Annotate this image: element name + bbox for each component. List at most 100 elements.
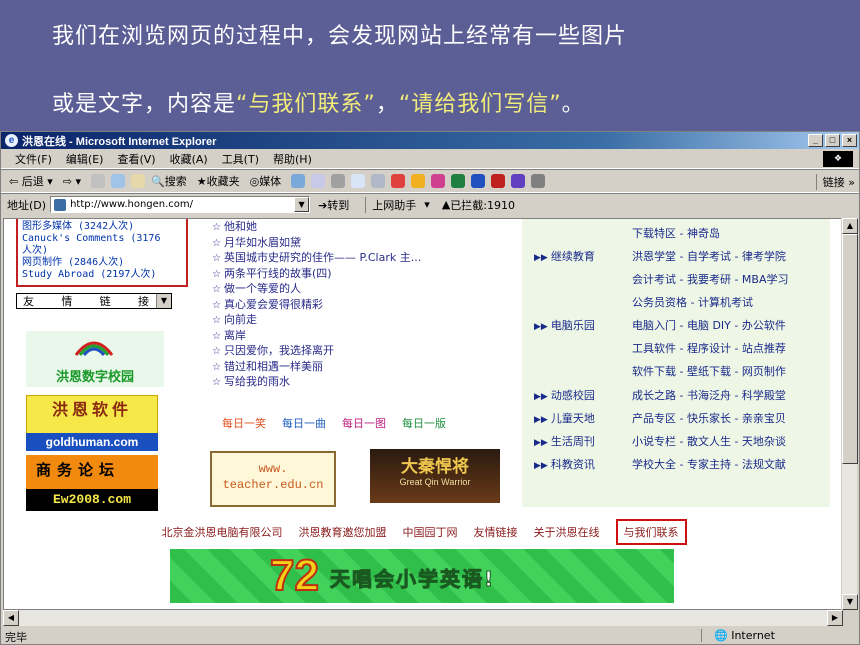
- footer-link-gardener[interactable]: 中国园丁网: [403, 524, 458, 540]
- category-links[interactable]: 产品专区 - 快乐家长 - 亲亲宝贝: [632, 410, 786, 428]
- messenger-icon[interactable]: [391, 174, 406, 188]
- menu-file[interactable]: 文件(F): [15, 151, 52, 167]
- category-links[interactable]: 小说专栏 - 散文人生 - 天地杂谈: [632, 433, 786, 451]
- category-links[interactable]: 会计考试 - 我要考研 - MBA学习: [632, 271, 789, 289]
- daily-joke-link[interactable]: 每日一笑: [222, 415, 266, 431]
- category-links[interactable]: 学校大全 - 专家主持 - 法规文献: [632, 456, 786, 474]
- refresh-icon[interactable]: [111, 174, 125, 188]
- close-button[interactable]: ×: [842, 134, 857, 147]
- category-links[interactable]: 工具软件 - 程序设计 - 站点推荐: [632, 340, 786, 358]
- category-links[interactable]: 成长之路 - 书海泛舟 - 科学殿堂: [632, 387, 786, 405]
- smiley-icon[interactable]: [411, 174, 426, 188]
- history-icon[interactable]: [291, 174, 306, 188]
- logo-goldhuman[interactable]: goldhuman.com: [26, 433, 158, 451]
- print-icon[interactable]: [331, 174, 346, 188]
- mail-icon[interactable]: [311, 174, 326, 188]
- favorites-button[interactable]: ★收藏夹: [197, 173, 240, 189]
- brush-icon[interactable]: [511, 174, 526, 188]
- edit-icon[interactable]: [351, 174, 366, 188]
- category-title[interactable]: ▶▶ 生活周刊: [534, 433, 595, 452]
- go-button[interactable]: ➔转到: [318, 197, 349, 213]
- person-icon[interactable]: [531, 174, 546, 188]
- category-title[interactable]: ▶▶ 科教资讯: [534, 456, 595, 475]
- stopwatch-icon[interactable]: [491, 174, 506, 188]
- category-links[interactable]: 电脑入门 - 电脑 DIY - 办公软件: [632, 317, 786, 335]
- article-link[interactable]: ☆ 错过和相遇一样美丽: [212, 359, 512, 375]
- star-icon: ☆: [212, 253, 221, 264]
- globe-icon[interactable]: [451, 174, 466, 188]
- menu-edit[interactable]: 编辑(E): [66, 151, 104, 167]
- search-button[interactable]: 🔍搜索: [151, 173, 187, 189]
- menu-view[interactable]: 查看(V): [117, 151, 155, 167]
- article-link[interactable]: ☆ 英国城市史研究的佳作—— P.Clark 主...: [212, 250, 512, 266]
- forward-button[interactable]: ⇨ ▾: [63, 175, 81, 188]
- article-link[interactable]: ☆ 离岸: [212, 328, 512, 344]
- article-link[interactable]: ☆ 写给我的雨水: [212, 374, 512, 390]
- logo-business-forum[interactable]: 商务论坛 Ew2008.com: [26, 455, 158, 511]
- stat-item[interactable]: Canuck's Comments (3176: [22, 233, 182, 245]
- article-link[interactable]: ☆ 做一个等爱的人: [212, 281, 512, 297]
- chevron-down-icon[interactable]: ▼: [156, 294, 171, 308]
- category-title[interactable]: ▶▶ 儿童天地: [534, 410, 595, 429]
- star-icon: ☆: [212, 330, 221, 342]
- assistant-button[interactable]: 上网助手: [372, 197, 416, 213]
- article-link[interactable]: ☆ 只因爱你，我选择离开: [212, 343, 512, 359]
- category-title[interactable]: ▶▶ 继续教育: [534, 248, 595, 267]
- banner-teacher-edu[interactable]: www. teacher.edu.cn: [210, 451, 336, 507]
- home-icon[interactable]: [131, 174, 145, 188]
- minimize-button[interactable]: _: [808, 134, 823, 147]
- media-label: 媒体: [259, 175, 282, 188]
- logo-digital-campus[interactable]: 洪恩数字校园: [26, 331, 164, 387]
- scroll-left-icon[interactable]: ◀: [3, 610, 19, 626]
- daily-song-link[interactable]: 每日一曲: [282, 415, 326, 431]
- category-title[interactable]: ▶▶ 电脑乐园: [534, 317, 595, 336]
- stat-item[interactable]: 图形多媒体 (3242人次): [22, 221, 182, 233]
- star-icon: ☆: [212, 377, 221, 388]
- category-links[interactable]: 下载特区 - 神奇岛: [632, 225, 720, 243]
- article-link[interactable]: ☆ 两条平行线的故事(四): [212, 266, 512, 282]
- banner-qin-warrior[interactable]: 大秦悍将 Great Qin Warrior: [370, 449, 500, 503]
- qq-icon[interactable]: [471, 174, 486, 188]
- stat-item[interactable]: 人次): [22, 245, 182, 257]
- category-links[interactable]: 公务员资格 - 计算机考试: [632, 294, 753, 312]
- assistant-dropdown-icon[interactable]: ▾: [424, 198, 430, 211]
- menu-help[interactable]: 帮助(H): [273, 151, 312, 167]
- scroll-up-icon[interactable]: ▲: [842, 218, 858, 234]
- footer-link-about[interactable]: 关于洪恩在线: [534, 524, 600, 540]
- category-links[interactable]: 洪恩学堂 - 自学考试 - 律考学院: [632, 248, 786, 266]
- vertical-scrollbar[interactable]: ▲ ▼: [841, 218, 858, 610]
- article-link[interactable]: ☆ 月华如水眉如黛: [212, 235, 512, 251]
- daily-edition-link[interactable]: 每日一版: [402, 415, 446, 431]
- title-bar[interactable]: e 洪恩在线 - Microsoft Internet Explorer _ □…: [1, 132, 859, 149]
- category-title[interactable]: ▶▶ 动感校园: [534, 387, 595, 406]
- plugin-icon[interactable]: [431, 174, 446, 188]
- media-button[interactable]: ◎媒体: [250, 173, 282, 189]
- article-link[interactable]: ☆ 向前走: [212, 312, 512, 328]
- back-button[interactable]: ⇦ 后退 ▾: [9, 173, 53, 189]
- scroll-thumb[interactable]: [842, 234, 858, 464]
- stop-icon[interactable]: [91, 174, 105, 188]
- daily-image-link[interactable]: 每日一图: [342, 415, 386, 431]
- footer-link-join[interactable]: 洪恩教育邀您加盟: [299, 524, 387, 540]
- discuss-icon[interactable]: [371, 174, 386, 188]
- article-link[interactable]: ☆ 真心爱会爱得很精彩: [212, 297, 512, 313]
- scroll-right-icon[interactable]: ▶: [827, 610, 843, 626]
- stat-item[interactable]: 网页制作 (2846人次): [22, 257, 182, 269]
- address-input[interactable]: http://www.hongen.com/ ▼: [50, 196, 311, 213]
- logo-hongen-software[interactable]: 洪恩软件: [26, 395, 158, 435]
- stat-item[interactable]: Study Abroad (2197人次): [22, 269, 182, 281]
- address-dropdown-button[interactable]: ▼: [294, 197, 310, 212]
- links-button[interactable]: 链接 »: [815, 174, 855, 190]
- article-link[interactable]: ☆ 他和她: [212, 219, 512, 235]
- banner-english-course[interactable]: 72 天唱会小学英语!: [170, 549, 674, 603]
- maximize-button[interactable]: □: [825, 134, 840, 147]
- horizontal-scrollbar[interactable]: ◀ ▶: [3, 610, 843, 626]
- menu-tools[interactable]: 工具(T): [222, 151, 259, 167]
- contact-us-link[interactable]: 与我们联系: [615, 519, 687, 545]
- friend-links-select[interactable]: 友 情 链 接 ▼: [16, 293, 172, 309]
- footer-link-friends[interactable]: 友情链接: [474, 524, 518, 540]
- footer-link-company[interactable]: 北京金洪恩电脑有限公司: [162, 524, 283, 540]
- menu-favorites[interactable]: 收藏(A): [170, 151, 208, 167]
- scroll-down-icon[interactable]: ▼: [842, 594, 858, 610]
- category-links[interactable]: 软件下载 - 壁纸下载 - 网页制作: [632, 363, 786, 381]
